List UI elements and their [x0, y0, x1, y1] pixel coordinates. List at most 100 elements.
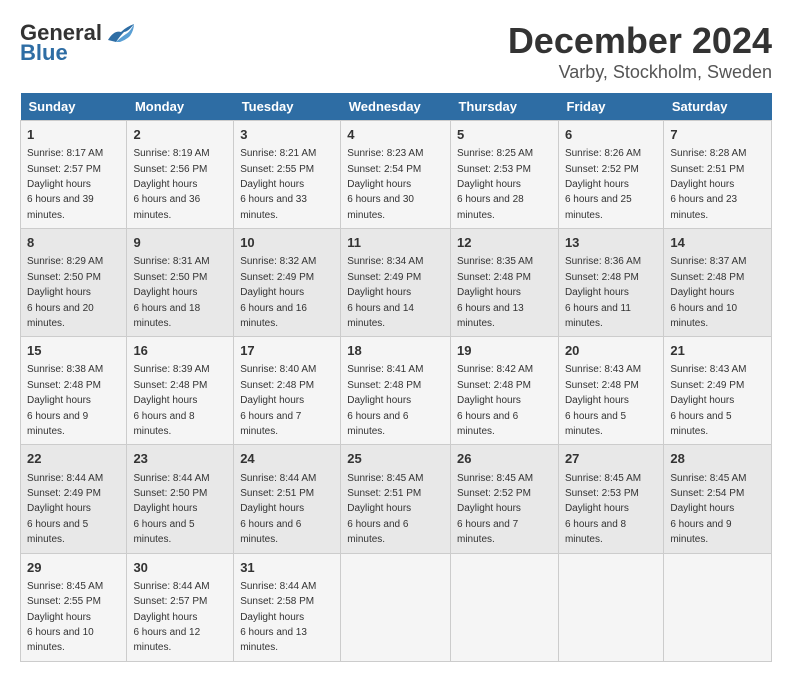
day-info: Sunrise: 8:42 AMSunset: 2:48 PMDaylight … — [457, 364, 533, 437]
table-row: 23Sunrise: 8:44 AMSunset: 2:50 PMDayligh… — [127, 445, 234, 553]
table-row: 26 Sunrise: 8:45 AMSunset: 2:52 PMDayligh… — [450, 445, 558, 553]
table-row: 11 Sunrise: 8:34 AMSunset: 2:49 PMDayligh… — [341, 229, 451, 337]
day-info: Sunrise: 8:28 AMSunset: 2:51 PMDaylight … — [670, 148, 746, 221]
day-info: Sunrise: 8:37 AMSunset: 2:48 PMDaylight … — [670, 256, 746, 329]
day-number: 12 — [457, 234, 552, 252]
day-number: 7 — [670, 126, 765, 144]
table-row: 3 Sunrise: 8:21 AMSunset: 2:55 PMDaylight… — [234, 121, 341, 229]
day-info: Sunrise: 8:35 AMSunset: 2:48 PMDaylight … — [457, 256, 533, 329]
title-area: December 2024 Varby, Stockholm, Sweden — [508, 20, 772, 83]
day-number: 27 — [565, 450, 657, 468]
table-row: 18Sunrise: 8:41 AMSunset: 2:48 PMDayligh… — [341, 337, 451, 445]
day-number: 25 — [347, 450, 444, 468]
day-number: 16 — [133, 342, 227, 360]
header-monday: Monday — [127, 93, 234, 121]
table-row: 7 Sunrise: 8:28 AMSunset: 2:51 PMDaylight… — [664, 121, 772, 229]
day-number: 20 — [565, 342, 657, 360]
day-info: Sunrise: 8:45 AMSunset: 2:53 PMDaylight … — [565, 473, 641, 546]
table-row — [558, 553, 663, 661]
day-number: 30 — [133, 559, 227, 577]
day-number: 13 — [565, 234, 657, 252]
day-number: 5 — [457, 126, 552, 144]
day-info: Sunrise: 8:36 AMSunset: 2:48 PMDaylight … — [565, 256, 641, 329]
day-number: 31 — [240, 559, 334, 577]
table-row — [450, 553, 558, 661]
logo: General Blue — [20, 20, 136, 66]
day-info: Sunrise: 8:41 AMSunset: 2:48 PMDaylight … — [347, 364, 423, 437]
table-row — [341, 553, 451, 661]
header-saturday: Saturday — [664, 93, 772, 121]
location: Varby, Stockholm, Sweden — [508, 62, 772, 83]
day-info: Sunrise: 8:23 AMSunset: 2:54 PMDaylight … — [347, 148, 423, 221]
table-row: 28Sunrise: 8:45 AMSunset: 2:54 PMDayligh… — [664, 445, 772, 553]
day-info: Sunrise: 8:43 AMSunset: 2:49 PMDaylight … — [670, 364, 746, 437]
day-number: 14 — [670, 234, 765, 252]
day-number: 17 — [240, 342, 334, 360]
day-info: Sunrise: 8:45 AMSunset: 2:52 PMDaylight … — [457, 473, 533, 546]
calendar-table: SundayMondayTuesdayWednesdayThursdayFrid… — [20, 93, 772, 662]
day-number: 4 — [347, 126, 444, 144]
table-row: 29Sunrise: 8:45 AMSunset: 2:55 PMDayligh… — [21, 553, 127, 661]
table-row: 22 Sunrise: 8:44 AMSunset: 2:49 PMDayligh… — [21, 445, 127, 553]
day-number: 23 — [133, 450, 227, 468]
day-info: Sunrise: 8:40 AMSunset: 2:48 PMDaylight … — [240, 364, 316, 437]
table-row: 6 Sunrise: 8:26 AMSunset: 2:52 PMDaylight… — [558, 121, 663, 229]
week-row-3: 15Sunrise: 8:38 AMSunset: 2:48 PMDayligh… — [21, 337, 772, 445]
table-row: 17 Sunrise: 8:40 AMSunset: 2:48 PMDayligh… — [234, 337, 341, 445]
day-number: 22 — [27, 450, 120, 468]
header-thursday: Thursday — [450, 93, 558, 121]
day-info: Sunrise: 8:38 AMSunset: 2:48 PMDaylight … — [27, 364, 103, 437]
day-number: 9 — [133, 234, 227, 252]
day-info: Sunrise: 8:21 AMSunset: 2:55 PMDaylight … — [240, 148, 316, 221]
table-row: 19 Sunrise: 8:42 AMSunset: 2:48 PMDayligh… — [450, 337, 558, 445]
logo-bird-icon — [106, 22, 136, 44]
day-number: 19 — [457, 342, 552, 360]
day-info: Sunrise: 8:34 AMSunset: 2:49 PMDaylight … — [347, 256, 423, 329]
table-row: 16 Sunrise: 8:39 AMSunset: 2:48 PMDayligh… — [127, 337, 234, 445]
day-number: 3 — [240, 126, 334, 144]
day-number: 26 — [457, 450, 552, 468]
table-row: 9 Sunrise: 8:31 AMSunset: 2:50 PMDaylight… — [127, 229, 234, 337]
day-info: Sunrise: 8:44 AMSunset: 2:49 PMDaylight … — [27, 473, 103, 546]
month-title: December 2024 — [508, 20, 772, 62]
week-row-1: 1 Sunrise: 8:17 AMSunset: 2:57 PMDaylight… — [21, 121, 772, 229]
table-row: 4 Sunrise: 8:23 AMSunset: 2:54 PMDaylight… — [341, 121, 451, 229]
day-number: 6 — [565, 126, 657, 144]
day-info: Sunrise: 8:25 AMSunset: 2:53 PMDaylight … — [457, 148, 533, 221]
table-row: 21 Sunrise: 8:43 AMSunset: 2:49 PMDayligh… — [664, 337, 772, 445]
week-row-5: 29Sunrise: 8:45 AMSunset: 2:55 PMDayligh… — [21, 553, 772, 661]
day-number: 8 — [27, 234, 120, 252]
logo-text-blue: Blue — [20, 40, 68, 66]
day-info: Sunrise: 8:17 AMSunset: 2:57 PMDaylight … — [27, 148, 103, 221]
day-number: 21 — [670, 342, 765, 360]
day-number: 10 — [240, 234, 334, 252]
table-row: 8 Sunrise: 8:29 AMSunset: 2:50 PMDaylight… — [21, 229, 127, 337]
table-row: 30 Sunrise: 8:44 AMSunset: 2:57 PMDayligh… — [127, 553, 234, 661]
day-info: Sunrise: 8:31 AMSunset: 2:50 PMDaylight … — [133, 256, 209, 329]
day-info: Sunrise: 8:29 AMSunset: 2:50 PMDaylight … — [27, 256, 103, 329]
week-row-4: 22 Sunrise: 8:44 AMSunset: 2:49 PMDayligh… — [21, 445, 772, 553]
header-wednesday: Wednesday — [341, 93, 451, 121]
day-info: Sunrise: 8:19 AMSunset: 2:56 PMDaylight … — [133, 148, 209, 221]
day-info: Sunrise: 8:43 AMSunset: 2:48 PMDaylight … — [565, 364, 641, 437]
day-info: Sunrise: 8:32 AMSunset: 2:49 PMDaylight … — [240, 256, 316, 329]
table-row — [664, 553, 772, 661]
header-friday: Friday — [558, 93, 663, 121]
table-row: 15Sunrise: 8:38 AMSunset: 2:48 PMDayligh… — [21, 337, 127, 445]
table-row: 5 Sunrise: 8:25 AMSunset: 2:53 PMDaylight… — [450, 121, 558, 229]
page-header: General Blue December 2024 Varby, Stockh… — [20, 20, 772, 83]
header-row: SundayMondayTuesdayWednesdayThursdayFrid… — [21, 93, 772, 121]
header-sunday: Sunday — [21, 93, 127, 121]
day-number: 1 — [27, 126, 120, 144]
day-number: 11 — [347, 234, 444, 252]
day-number: 28 — [670, 450, 765, 468]
day-info: Sunrise: 8:39 AMSunset: 2:48 PMDaylight … — [133, 364, 209, 437]
table-row: 24Sunrise: 8:44 AMSunset: 2:51 PMDayligh… — [234, 445, 341, 553]
day-info: Sunrise: 8:26 AMSunset: 2:52 PMDaylight … — [565, 148, 641, 221]
table-row: 2Sunrise: 8:19 AMSunset: 2:56 PMDaylight… — [127, 121, 234, 229]
week-row-2: 8 Sunrise: 8:29 AMSunset: 2:50 PMDaylight… — [21, 229, 772, 337]
table-row: 10 Sunrise: 8:32 AMSunset: 2:49 PMDayligh… — [234, 229, 341, 337]
table-row: 14 Sunrise: 8:37 AMSunset: 2:48 PMDayligh… — [664, 229, 772, 337]
day-info: Sunrise: 8:44 AMSunset: 2:57 PMDaylight … — [133, 581, 209, 654]
table-row: 20 Sunrise: 8:43 AMSunset: 2:48 PMDayligh… — [558, 337, 663, 445]
